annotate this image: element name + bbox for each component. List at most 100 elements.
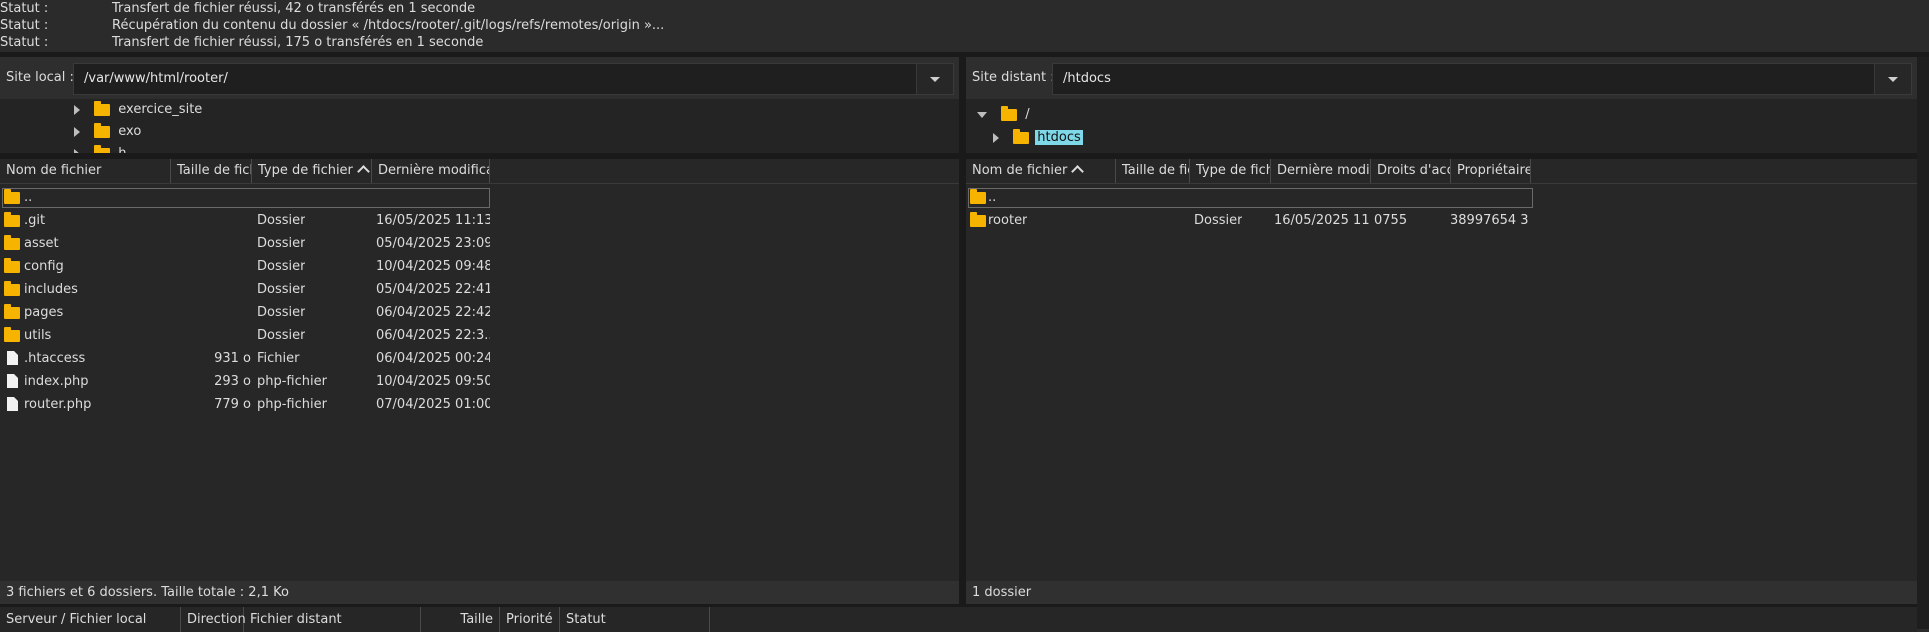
- column-header-size[interactable]: Taille de fic: [1116, 159, 1190, 183]
- file-type: Dossier: [257, 282, 306, 297]
- tree-item[interactable]: exercice_site: [74, 99, 202, 121]
- log-key: Statut :: [0, 18, 49, 33]
- chevron-down-icon[interactable]: [1874, 64, 1911, 94]
- local-site-label: Site local :: [6, 70, 74, 85]
- file-size: 931 o: [214, 351, 251, 366]
- file-modified: 05/04/2025 23:09:...: [376, 236, 490, 251]
- table-row[interactable]: includes Dossier 05/04/2025 22:41:...: [0, 278, 490, 301]
- log-key: Statut :: [0, 1, 49, 16]
- file-modified: 16/05/2025 11:13:...: [376, 213, 490, 228]
- queue-column-remote-file[interactable]: Fichier distant: [244, 607, 421, 632]
- log-message: Transfert de fichier réussi, 175 o trans…: [112, 35, 484, 50]
- column-header-size[interactable]: Taille de fich: [171, 159, 252, 183]
- remote-directory-tree[interactable]: / htdocs: [966, 99, 1917, 153]
- file-name: includes: [24, 282, 78, 297]
- table-row-parent[interactable]: ..: [966, 186, 1531, 209]
- collapse-arrow-icon[interactable]: [977, 111, 987, 118]
- window-edge: [1917, 57, 1929, 629]
- local-directory-tree[interactable]: exercice_site exo h: [0, 99, 959, 153]
- file-icon: [7, 397, 18, 411]
- local-site-bar: Site local : /var/www/html/rooter/: [0, 57, 959, 99]
- expand-arrow-icon[interactable]: [74, 126, 80, 137]
- file-owner: 38997654 3...: [1450, 213, 1530, 228]
- file-modified: 07/04/2025 01:00:...: [376, 397, 490, 412]
- local-path-combobox[interactable]: /var/www/html/rooter/: [73, 63, 954, 95]
- queue-column-size[interactable]: Taille: [421, 607, 500, 632]
- tree-item-label: exercice_site: [118, 102, 203, 117]
- folder-icon: [970, 189, 986, 204]
- folder-icon: [4, 304, 20, 319]
- tree-item-label: h: [118, 146, 126, 153]
- table-row[interactable]: index.php 293 o php-fichier 10/04/2025 09:5…: [0, 370, 490, 393]
- table-row-parent[interactable]: ..: [0, 186, 490, 209]
- file-modified: 05/04/2025 22:41:...: [376, 282, 490, 297]
- file-type: Dossier: [257, 236, 306, 251]
- pane-splitter[interactable]: [959, 57, 966, 604]
- column-header-modified[interactable]: Dernière modifi: [1271, 159, 1371, 183]
- file-type: Dossier: [257, 259, 306, 274]
- chevron-down-icon[interactable]: [916, 64, 953, 94]
- column-header-type[interactable]: Type de fich: [1190, 159, 1271, 183]
- table-row[interactable]: asset Dossier 05/04/2025 23:09:...: [0, 232, 490, 255]
- sort-ascending-icon: [357, 165, 370, 178]
- folder-icon: [4, 281, 20, 296]
- file-name: config: [24, 259, 64, 274]
- file-type: Dossier: [257, 213, 306, 228]
- table-row[interactable]: utils Dossier 06/04/2025 22:3...: [0, 324, 490, 347]
- column-header-permissions[interactable]: Droits d'acc: [1371, 159, 1451, 183]
- file-modified: 10/04/2025 09:48:...: [376, 259, 490, 274]
- file-size: 293 o: [214, 374, 251, 389]
- folder-icon: [94, 122, 111, 138]
- table-row[interactable]: .git Dossier 16/05/2025 11:13:...: [0, 209, 490, 232]
- queue-column-priority[interactable]: Priorité: [500, 607, 560, 632]
- table-row[interactable]: config Dossier 10/04/2025 09:48:...: [0, 255, 490, 278]
- queue-column-status[interactable]: Statut: [560, 607, 710, 632]
- folder-open-icon: [1013, 128, 1030, 144]
- column-header-name[interactable]: Nom de fichier: [966, 159, 1116, 183]
- tree-item-root[interactable]: /: [977, 104, 1030, 126]
- queue-column-direction[interactable]: Direction: [181, 607, 246, 632]
- table-row[interactable]: pages Dossier 06/04/2025 22:42:...: [0, 301, 490, 324]
- queue-column-local-file[interactable]: Serveur / Fichier local: [0, 607, 181, 632]
- divider: [966, 183, 1917, 184]
- column-header-owner[interactable]: Propriétaire/: [1451, 159, 1531, 183]
- file-type: Dossier: [257, 328, 306, 343]
- file-modified: 06/04/2025 22:3...: [376, 328, 490, 343]
- remote-path-value: /htdocs: [1063, 71, 1111, 86]
- remote-list-header: Nom de fichier Taille de fic Type de fic…: [966, 159, 1917, 183]
- file-type: php-fichier: [257, 397, 327, 412]
- file-name: index.php: [24, 374, 89, 389]
- column-header-modified[interactable]: Dernière modificat: [372, 159, 490, 183]
- file-icon: [7, 374, 18, 388]
- log-message: Transfert de fichier réussi, 42 o transf…: [112, 1, 476, 16]
- file-icon: [7, 351, 18, 365]
- file-name: pages: [24, 305, 64, 320]
- folder-icon: [4, 258, 20, 273]
- remote-path-combobox[interactable]: /htdocs: [1052, 63, 1912, 95]
- file-name: ..: [24, 190, 33, 205]
- table-row[interactable]: .htaccess 931 o Fichier 06/04/2025 00:24:..…: [0, 347, 490, 370]
- table-row[interactable]: router.php 779 o php-fichier 07/04/2025 01:…: [0, 393, 490, 416]
- remote-status-bar: 1 dossier: [966, 581, 1917, 604]
- tree-item[interactable]: exo: [74, 121, 141, 143]
- column-header-name[interactable]: Nom de fichier: [0, 159, 171, 183]
- transfer-queue-header: Serveur / Fichier local Direction Fichie…: [0, 604, 1917, 632]
- folder-icon: [1001, 105, 1018, 121]
- tree-item[interactable]: h: [74, 143, 127, 153]
- column-header-type[interactable]: Type de fichier: [252, 159, 372, 183]
- local-list-header: Nom de fichier Taille de fich Type de fi…: [0, 159, 959, 183]
- table-row[interactable]: rooter Dossier 16/05/2025 11... 0755 389…: [966, 209, 1531, 232]
- folder-icon: [4, 327, 20, 342]
- log-key: Statut :: [0, 35, 49, 50]
- tree-item-htdocs[interactable]: htdocs: [993, 127, 1083, 149]
- folder-icon: [4, 235, 20, 250]
- file-modified: 10/04/2025 09:50:...: [376, 374, 490, 389]
- file-type: php-fichier: [257, 374, 327, 389]
- expand-arrow-icon[interactable]: [74, 104, 80, 115]
- file-name: ..: [988, 190, 997, 205]
- status-log[interactable]: Statut : Transfert de fichier réussi, 42…: [0, 0, 1929, 54]
- file-modified: 06/04/2025 22:42:...: [376, 305, 490, 320]
- expand-arrow-icon[interactable]: [993, 132, 999, 143]
- file-type: Fichier: [257, 351, 300, 366]
- tree-item-label-selected: htdocs: [1035, 130, 1083, 145]
